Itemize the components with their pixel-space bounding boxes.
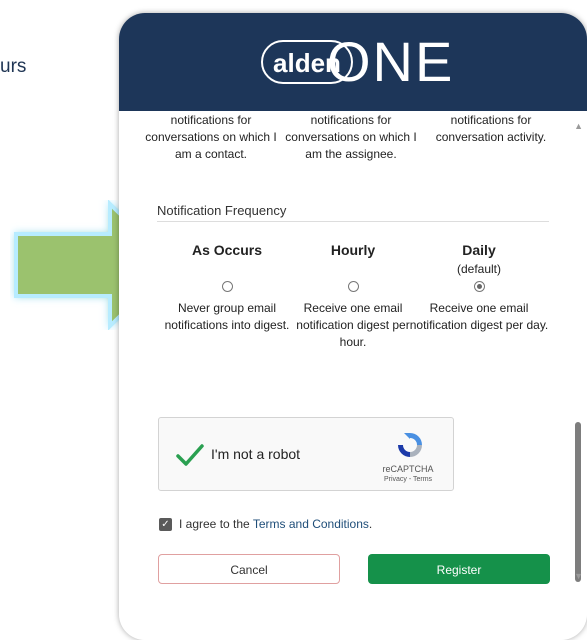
terms-link[interactable]: Terms and Conditions [253, 517, 369, 531]
scroll-up-icon[interactable]: ▲ [574, 121, 583, 131]
background-text: urs [0, 56, 27, 77]
option-daily-subtitle: (default) [456, 262, 502, 276]
cut-text: notifications for [170, 113, 252, 127]
terms-checkbox[interactable]: ✓ [159, 518, 172, 531]
recaptcha-logo-icon [398, 433, 422, 457]
notify-col-3: notifications for conversation activity. [421, 113, 561, 146]
terms-prefix: I agree to the [179, 517, 253, 531]
option-hourly-desc: Receive one email notification digest pe… [296, 301, 410, 349]
terms-text: I agree to the Terms and Conditions. [179, 517, 372, 531]
captcha-links[interactable]: Privacy - Terms [367, 476, 449, 483]
alden-one-logo: alden ONE [261, 30, 455, 94]
option-hourly-title: Hourly [330, 242, 376, 258]
section-divider [157, 221, 549, 222]
cancel-button[interactable]: Cancel [158, 554, 340, 584]
scrollbar-thumb[interactable] [575, 422, 581, 582]
section-title: Notification Frequency [157, 203, 287, 218]
logo-one: ONE [327, 30, 455, 93]
option-daily-desc: Receive one email notification digest pe… [409, 301, 549, 332]
mobile-frame: alden ONE notifications for conversation… [119, 13, 587, 640]
terms-suffix: . [368, 517, 373, 531]
register-button[interactable]: Register [368, 554, 550, 584]
checkmark-icon[interactable] [175, 440, 205, 470]
radio-daily[interactable] [474, 281, 485, 292]
cut-text: notifications for [310, 113, 392, 127]
option-as-occurs-desc: Never group email notifications into dig… [164, 301, 290, 332]
app-header: alden ONE [119, 13, 587, 111]
captcha-brand: reCAPTCHA [382, 464, 434, 474]
option-as-occurs-title: As Occurs [191, 242, 263, 258]
option-daily-title: Daily [462, 242, 496, 258]
captcha-label: I'm not a robot [211, 446, 301, 462]
notify-col-1: notifications for conversations on which… [141, 113, 281, 163]
radio-as-occurs[interactable] [222, 281, 233, 292]
recaptcha-widget[interactable]: I'm not a robot reCAPTCHA Privacy - Term… [158, 417, 454, 491]
radio-hourly[interactable] [348, 281, 359, 292]
scroll-down-icon[interactable]: ▼ [574, 571, 583, 581]
notify-col-2: notifications for conversations on which… [281, 113, 421, 163]
cut-text: notifications for [450, 113, 532, 127]
